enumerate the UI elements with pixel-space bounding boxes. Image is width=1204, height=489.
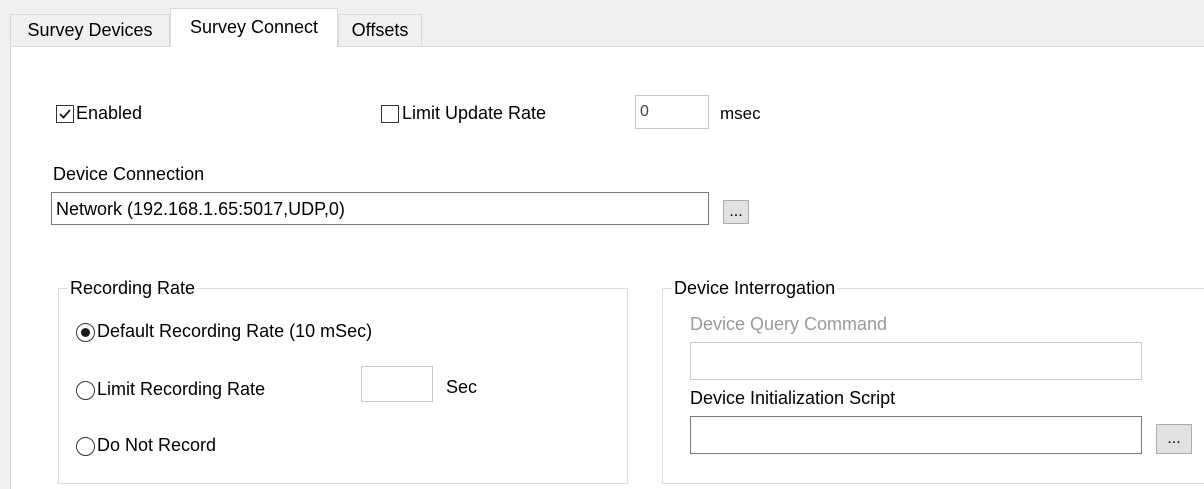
limit-recording-rate-radio[interactable] <box>76 381 95 400</box>
tab-survey-connect[interactable]: Survey Connect <box>170 8 338 47</box>
device-initialization-script-label: Device Initialization Script <box>690 388 896 408</box>
recording-rate-limit-input[interactable] <box>361 366 433 402</box>
do-not-record-radio[interactable] <box>76 437 95 456</box>
update-rate-unit: msec <box>720 104 761 123</box>
survey-connect-dialog: Survey Devices Survey Connect Offsets En… <box>0 0 1204 489</box>
enabled-checkbox[interactable] <box>56 105 74 123</box>
default-recording-rate-label: Default Recording Rate (10 mSec) <box>97 321 373 341</box>
device-query-command-field <box>690 342 1142 380</box>
recording-rate-limit-unit: Sec <box>446 377 478 397</box>
enabled-label: Enabled <box>76 103 143 123</box>
device-connection-field[interactable]: Network (192.168.1.65:5017,UDP,0) <box>51 192 709 225</box>
tab-offsets[interactable]: Offsets <box>338 14 422 46</box>
recording-rate-title: Recording Rate <box>68 278 198 299</box>
limit-update-rate-label: Limit Update Rate <box>402 103 547 123</box>
tab-survey-devices[interactable]: Survey Devices <box>10 14 170 46</box>
limit-update-rate-checkbox[interactable] <box>381 105 399 123</box>
tab-survey-connect-label: Survey Connect <box>189 17 319 37</box>
tab-survey-devices-label: Survey Devices <box>27 20 153 40</box>
device-connection-label: Device Connection <box>53 164 205 184</box>
update-rate-input[interactable]: 0 <box>635 95 709 129</box>
device-query-command-label: Device Query Command <box>690 314 888 334</box>
default-recording-rate-radio[interactable] <box>76 323 95 342</box>
device-connection-browse-button[interactable]: ... <box>723 200 749 224</box>
radio-selected-dot <box>81 328 90 337</box>
device-initialization-script-browse-button[interactable]: ... <box>1156 424 1192 454</box>
device-interrogation-title: Device Interrogation <box>672 278 838 299</box>
checkmark-icon <box>59 109 71 119</box>
device-initialization-script-field[interactable] <box>690 416 1142 454</box>
tab-offsets-label: Offsets <box>351 20 409 40</box>
limit-recording-rate-label: Limit Recording Rate <box>97 379 266 399</box>
do-not-record-label: Do Not Record <box>97 435 217 455</box>
